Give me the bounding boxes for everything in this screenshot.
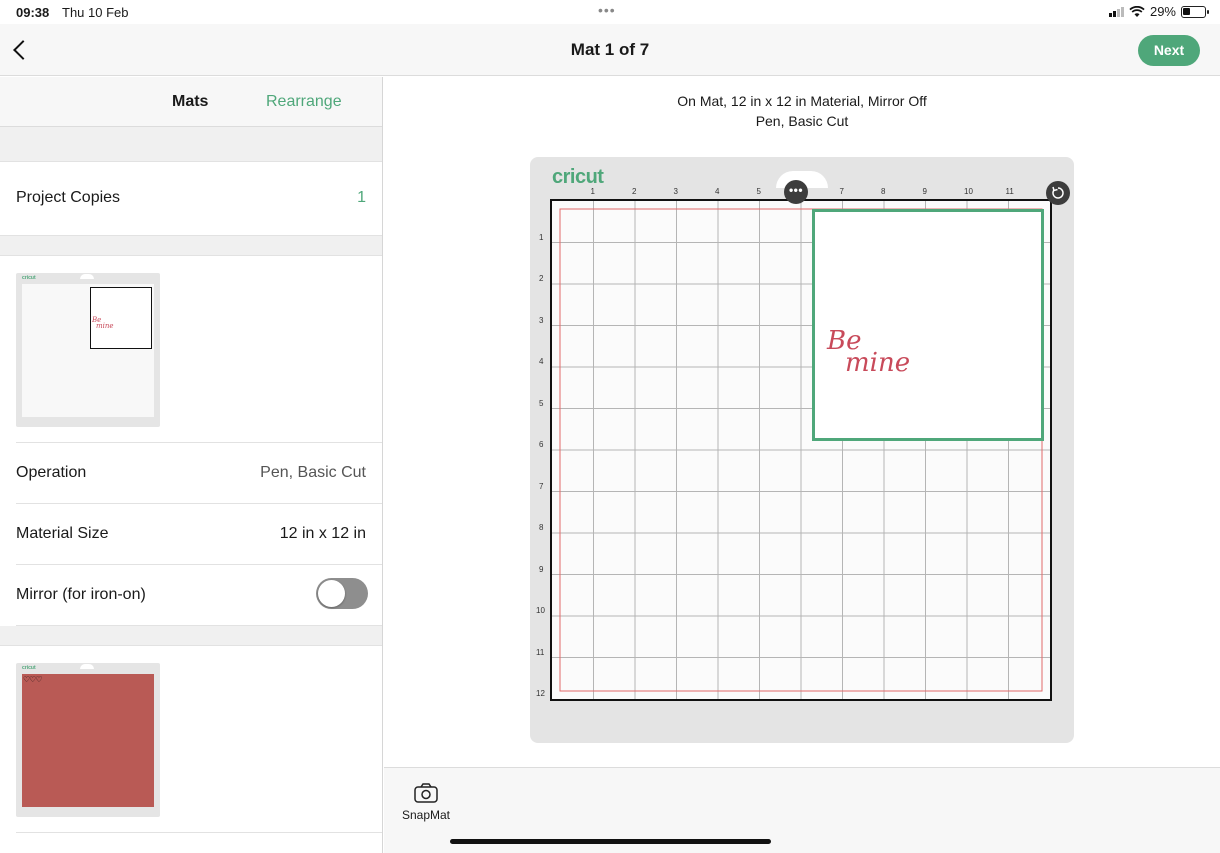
toggle-knob	[318, 580, 345, 607]
navigation-bar: Mat 1 of 7 Next	[0, 24, 1220, 76]
project-copies-label: Project Copies	[16, 189, 121, 206]
ruler-top-tick-label: 10	[964, 187, 973, 196]
home-indicator[interactable]	[450, 839, 771, 844]
snapmat-label: SnapMat	[401, 808, 451, 822]
ruler-left-tick-label: 12	[536, 689, 545, 698]
mat-canvas-panel: On Mat, 12 in x 12 in Material, Mirror O…	[384, 77, 1220, 767]
ruler-top-tick-label: 3	[673, 187, 678, 196]
app-root: 09:38 Thu 10 Feb ••• 29% Mat 1 of 7 Next…	[0, 0, 1220, 853]
operation-row[interactable]: Operation Pen, Basic Cut	[16, 443, 382, 504]
ruler-left-tick-label: 3	[539, 315, 544, 325]
ruler-left-tick-label: 1	[539, 232, 544, 242]
mat-2-thumbnail[interactable]: cricut ♡♡♡	[16, 663, 160, 817]
ruler-left: 1 2 3 4 5 6 7 8 9 10 11 12	[536, 201, 550, 699]
status-bar: 09:38 Thu 10 Feb ••• 29%	[0, 0, 1220, 24]
operation-label: Operation	[16, 464, 87, 481]
snapmat-button[interactable]: SnapMat	[398, 782, 454, 822]
ruler-left-tick-label: 8	[539, 523, 544, 532]
mat-notch	[80, 274, 94, 279]
battery-icon	[1181, 5, 1209, 18]
mats-sidebar: Mats Rearrange Project Copies 1 cricut B…	[0, 77, 383, 853]
ruler-left-tick-label: 5	[539, 398, 544, 408]
mat-2-preview-row[interactable]: cricut ♡♡♡	[16, 646, 382, 833]
ruler-top-tick-label: 11	[1005, 187, 1014, 196]
mirror-label: Mirror (for iron-on)	[16, 586, 146, 603]
ruler-left-tick-label: 4	[539, 357, 544, 366]
cricut-logo: cricut	[22, 275, 36, 281]
mirror-row: Mirror (for iron-on)	[16, 565, 382, 626]
tab-mats[interactable]: Mats	[172, 93, 208, 111]
hearts-design: ♡♡♡	[23, 675, 42, 684]
multitasking-dots-icon[interactable]: •••	[598, 2, 616, 18]
design-text-line-2: mine	[96, 322, 114, 330]
design-text-preview: Be mine	[92, 317, 114, 330]
mat-1-thumbnail[interactable]: cricut Be mine	[16, 273, 160, 427]
ruler-left-tick-label: 7	[539, 481, 544, 491]
project-copies-value[interactable]: 1	[357, 189, 366, 207]
ruler-top-tick-label: 1	[590, 187, 595, 196]
material-size-row[interactable]: Material Size 12 in x 12 in	[16, 504, 382, 565]
operation-value[interactable]: Pen, Basic Cut	[260, 464, 366, 482]
battery-percent: 29%	[1149, 4, 1176, 19]
next-button[interactable]: Next	[1138, 35, 1200, 66]
ruler-top-tick-label: 9	[922, 187, 927, 196]
project-copies-row[interactable]: Project Copies 1	[0, 162, 382, 236]
material-size-label: Material Size	[16, 525, 109, 542]
ruler-left-tick-label: 10	[536, 606, 545, 615]
ruler-top-tick-label: 2	[632, 187, 637, 196]
design-bounding-box[interactable]: Be mine	[812, 209, 1044, 441]
mirror-toggle-wrap	[316, 578, 368, 609]
ruler-left-tick-label: 11	[536, 647, 545, 657]
mat-material-color	[22, 674, 154, 807]
design-text: Be mine	[827, 328, 910, 376]
ruler-left-tick-label: 6	[539, 440, 544, 449]
section-divider	[0, 127, 382, 162]
more-options-icon[interactable]: •••	[784, 180, 808, 204]
cellular-signal-icon	[1108, 6, 1124, 17]
mat-notch	[80, 664, 94, 669]
ruler-left-tick-label: 2	[539, 274, 544, 283]
sidebar-header: Mats Rearrange	[0, 77, 382, 127]
section-divider	[0, 626, 382, 646]
material-size-value[interactable]: 12 in x 12 in	[280, 525, 366, 543]
ruler-top-tick-label: 5	[756, 187, 761, 196]
ruler-top-tick-label: 4	[715, 187, 720, 196]
mat-grid[interactable]: Be mine	[550, 199, 1052, 701]
ruler-top-tick-label: 8	[881, 187, 886, 196]
status-time: 09:38	[16, 5, 50, 20]
rotate-icon[interactable]	[1046, 181, 1070, 205]
mat-info-line-1: On Mat, 12 in x 12 in Material, Mirror O…	[677, 93, 927, 109]
section-divider	[0, 236, 382, 256]
mat-1-preview-row[interactable]: cricut Be mine	[16, 256, 382, 443]
cutting-mat: cricut 1234567891011 123456789101112 Be …	[530, 157, 1074, 743]
ruler-top-tick-label: 7	[839, 187, 844, 196]
rearrange-button[interactable]: Rearrange	[266, 93, 342, 111]
mirror-toggle[interactable]	[316, 578, 368, 609]
camera-icon	[414, 783, 438, 803]
status-date: Thu 10 Feb	[62, 5, 129, 20]
page-title: Mat 1 of 7	[570, 40, 650, 59]
cricut-logo: cricut	[552, 166, 604, 188]
ruler-left-tick-label: 9	[539, 564, 544, 574]
mat-info: On Mat, 12 in x 12 in Material, Mirror O…	[384, 91, 1220, 131]
cricut-logo: cricut	[22, 665, 36, 671]
mat-info-line-2: Pen, Basic Cut	[755, 113, 849, 129]
status-indicators: 29%	[1108, 4, 1209, 19]
wifi-icon	[1129, 5, 1145, 17]
